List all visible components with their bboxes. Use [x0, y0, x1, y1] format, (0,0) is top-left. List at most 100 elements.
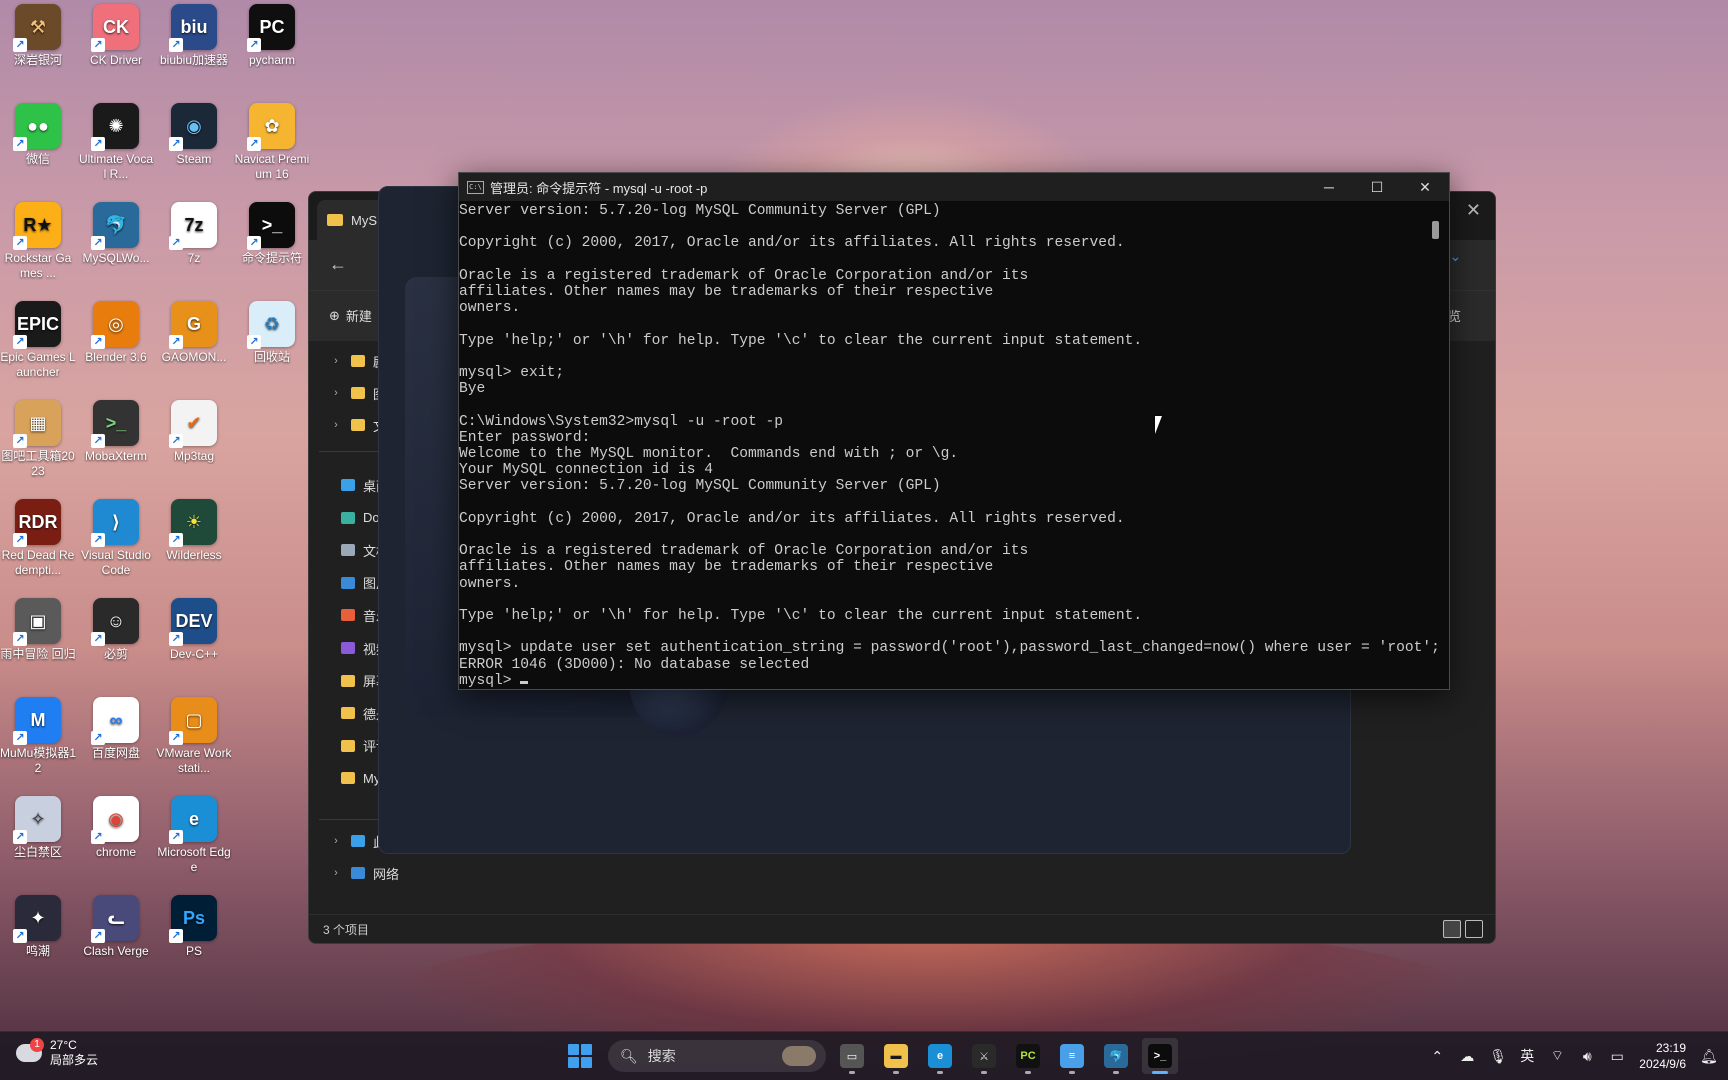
input-method[interactable]: 英 [1519, 1046, 1535, 1066]
clock[interactable]: 23:19 2024/9/6 [1639, 1040, 1686, 1072]
desktop-icon[interactable]: ◉ ↗ Steam [156, 99, 232, 167]
desktop-icon[interactable]: ✧ ↗ 尘白禁区 [0, 792, 76, 860]
maximize-icon[interactable]: ☐ [1353, 173, 1401, 201]
app-icon: ⚒ ↗ [13, 4, 61, 52]
desktop-icon[interactable]: ✦ ↗ 鸣潮 [0, 891, 76, 959]
desktop-icon[interactable]: ◎ ↗ Blender 3.6 [78, 297, 154, 365]
desktop-icon[interactable]: >_ ↗ 命令提示符 [234, 198, 310, 266]
desktop-icon[interactable]: biu ↗ biubiu加速器 [156, 0, 232, 68]
start-button[interactable] [568, 1044, 592, 1068]
search-placeholder: 搜索 [647, 1048, 676, 1064]
taskbar-app-game[interactable]: ⚔ [966, 1038, 1002, 1074]
desktop-icon[interactable]: ◉ ↗ chrome [78, 792, 154, 860]
app-icon: ✔ ↗ [169, 400, 217, 448]
shortcut-arrow-icon: ↗ [13, 137, 27, 151]
desktop-icon[interactable]: M ↗ MuMu模拟器12 [0, 693, 76, 776]
desktop-icon[interactable]: ⚒ ↗ 深岩银河 [0, 0, 76, 68]
desktop-icon[interactable]: DEV ↗ Dev-C++ [156, 594, 232, 662]
taskbar-app-pycharm[interactable]: PC [1010, 1038, 1046, 1074]
sidebar-item[interactable]: My [341, 766, 380, 790]
app-icon: ☺ ↗ [91, 598, 139, 646]
desktop-icon[interactable]: e ↗ Microsoft Edge [156, 792, 232, 875]
taskbar-app-edge[interactable]: e [922, 1038, 958, 1074]
back-arrow-icon[interactable]: ← [329, 254, 347, 275]
desktop-icon[interactable]: ▣ ↗ 雨中冒险 回归 [0, 594, 76, 662]
desktop-icon-label: Visual Studio Code [81, 548, 151, 577]
app-icon: biu ↗ [169, 4, 217, 52]
desktop-icon[interactable]: ⟩ ↗ Visual Studio Code [78, 495, 154, 578]
command-prompt-icon: >_ [1148, 1044, 1172, 1068]
chevron-up-icon[interactable]: ⌃ [1429, 1048, 1445, 1065]
battery-icon[interactable]: ▭ [1609, 1048, 1625, 1065]
desktop-icon[interactable]: ☀ ↗ Wilderless [156, 495, 232, 563]
desktop-icon[interactable]: ♻ ↗ 回收站 [234, 297, 310, 365]
weather-widget[interactable]: 1 27°C 局部多云 [16, 1038, 98, 1068]
desktop-icon-label: Blender 3.6 [85, 350, 147, 364]
taskbar-app-notepad[interactable]: ≡ [1054, 1038, 1090, 1074]
explorer-close-icon[interactable]: ✕ [1466, 200, 1481, 221]
desktop-icon[interactable]: Ps ↗ PS [156, 891, 232, 959]
minimize-icon[interactable]: ─ [1305, 173, 1353, 201]
desktop-icon[interactable]: ☺ ↗ 必剪 [78, 594, 154, 662]
taskbar-app-task-view[interactable]: ▭ [834, 1038, 870, 1074]
shortcut-arrow-icon: ↗ [247, 236, 261, 250]
shortcut-arrow-icon: ↗ [13, 830, 27, 844]
taskbar-app-mysql-workbench[interactable]: 🐬 [1098, 1038, 1134, 1074]
desktop-icon[interactable]: EPIC ↗ Epic Games Launcher [0, 297, 76, 380]
desktop-icon[interactable]: ●● ↗ 微信 [0, 99, 76, 167]
shortcut-arrow-icon: ↗ [13, 38, 27, 52]
terminal-line: Type 'help;' or '\h' for help. Type '\c'… [459, 332, 1143, 349]
explorer-tab-label: MyS [351, 212, 377, 228]
desktop-icon[interactable]: G ↗ GAOMON... [156, 297, 232, 365]
terminal-title-bar[interactable]: C:\ 管理员: 命令提示符 - mysql -u -root -p ─ ☐ ✕ [459, 173, 1449, 201]
sidebar-item[interactable]: › 网络 [329, 861, 399, 885]
app-icon: ✧ ↗ [13, 796, 61, 844]
wifi-icon[interactable]: ⌔ [1549, 1047, 1565, 1065]
taskbar-app-file-explorer[interactable]: ▬ [878, 1038, 914, 1074]
chevron-right-icon[interactable]: › [329, 835, 343, 847]
shortcut-arrow-icon: ↗ [91, 236, 105, 250]
onedrive-cloud-icon[interactable]: ☁ [1459, 1048, 1475, 1065]
close-icon[interactable]: ✕ [1401, 173, 1449, 201]
desktop-icon[interactable]: CK ↗ CK Driver [78, 0, 154, 68]
notepad-icon: ≡ [1060, 1044, 1084, 1068]
desktop-icon-label: Wilderless [166, 548, 222, 562]
chevron-right-icon[interactable]: › [329, 867, 343, 879]
desktop-icon[interactable]: ▦ ↗ 图吧工具箱2023 [0, 396, 76, 479]
microphone-icon[interactable]: 🎙︎ [1489, 1048, 1507, 1065]
volume-icon[interactable]: 🔊︎ [1579, 1048, 1595, 1065]
taskbar-app-command-prompt[interactable]: >_ [1142, 1038, 1178, 1074]
desktop-icon[interactable]: >_ ↗ MobaXterm [78, 396, 154, 464]
command-prompt-window[interactable]: C:\ 管理员: 命令提示符 - mysql -u -root -p ─ ☐ ✕… [458, 172, 1450, 690]
desktop-icon[interactable]: ▢ ↗ VMware Workstati... [156, 693, 232, 776]
app-icon: M ↗ [13, 697, 61, 745]
new-button[interactable]: ⊕ 新建 [329, 306, 372, 325]
chevron-right-icon[interactable]: › [329, 355, 343, 367]
app-icon: ▢ ↗ [169, 697, 217, 745]
notification-bell-icon[interactable]: 🔔︎ [1700, 1048, 1718, 1065]
terminal-scrollbar[interactable] [1432, 221, 1439, 239]
sidebar-item[interactable]: Do [341, 506, 380, 530]
shortcut-arrow-icon: ↗ [169, 533, 183, 547]
desktop-icon[interactable]: ∞ ↗ 百度网盘 [78, 693, 154, 761]
search-highlight-image [782, 1046, 816, 1066]
desktop-icon[interactable]: R★ ↗ Rockstar Games ... [0, 198, 76, 281]
desktop-icon[interactable]: ✿ ↗ Navicat Premium 16 [234, 99, 310, 182]
desktop-icon[interactable]: 🐬 ↗ MySQLWo... [78, 198, 154, 266]
desktop-icon[interactable]: RDR ↗ Red Dead Redempti... [0, 495, 76, 578]
taskbar-search[interactable]: 🔍︎ 搜索 [608, 1040, 826, 1072]
desktop-icon[interactable]: 7z ↗ 7z [156, 198, 232, 266]
desktop-icon-label: VMware Workstati... [156, 746, 232, 775]
terminal-line: owners. [459, 575, 521, 592]
desktop-icon[interactable]: PC ↗ pycharm [234, 0, 310, 68]
desktop-icon[interactable]: ✔ ↗ Mp3tag [156, 396, 232, 464]
desktop-icon[interactable]: ᓚ ↗ Clash Verge [78, 891, 154, 959]
desktop-icon[interactable]: ✺ ↗ Ultimate Vocal R... [78, 99, 154, 182]
location-icon [341, 609, 355, 622]
tiles-view-icon[interactable] [1465, 920, 1483, 938]
chevron-right-icon[interactable]: › [329, 419, 343, 431]
weather-description: 局部多云 [50, 1053, 99, 1067]
terminal-output[interactable]: Server version: 5.7.20-log MySQL Communi… [459, 201, 1449, 689]
chevron-right-icon[interactable]: › [329, 387, 343, 399]
details-view-icon[interactable] [1443, 920, 1461, 938]
